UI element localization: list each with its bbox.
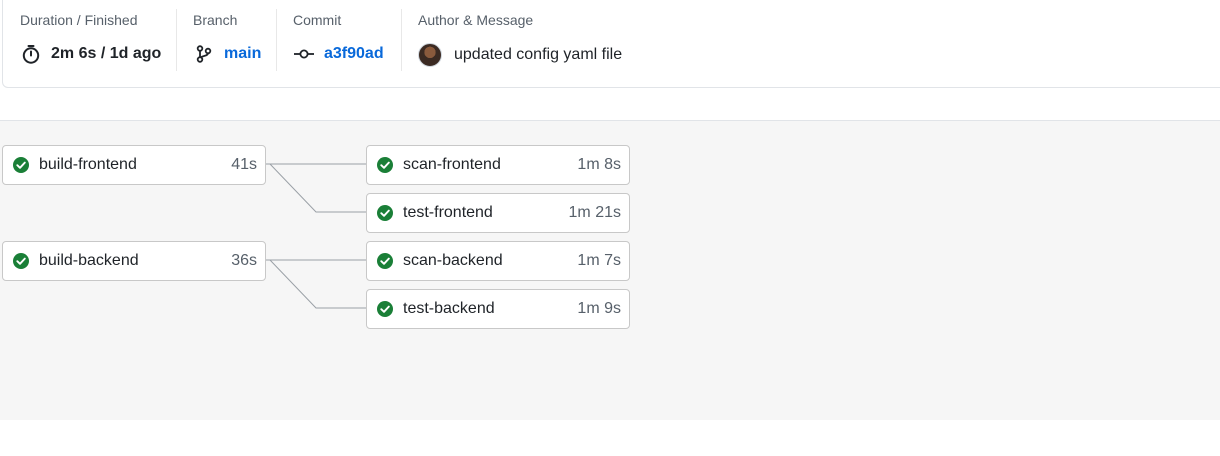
job-duration: 1m 8s	[577, 156, 621, 173]
divider	[401, 9, 402, 71]
job-duration: 1m 9s	[577, 300, 621, 317]
commit-section: Commit a3f90ad	[293, 0, 384, 70]
git-branch-icon	[193, 43, 215, 65]
connector-build-backend-test-backend	[266, 259, 367, 309]
job-test-backend[interactable]: test-backend 1m 9s	[366, 289, 630, 329]
connector-build-frontend-test-frontend	[266, 163, 367, 213]
branch-label: Branch	[193, 12, 238, 28]
stopwatch-icon	[20, 43, 42, 65]
success-check-icon	[13, 157, 29, 173]
author-label: Author & Message	[418, 12, 534, 28]
success-check-icon	[377, 301, 393, 317]
job-scan-backend[interactable]: scan-backend 1m 7s	[366, 241, 630, 281]
success-check-icon	[377, 157, 393, 173]
commit-link[interactable]: a3f90ad	[324, 44, 384, 64]
job-scan-frontend[interactable]: scan-frontend 1m 8s	[366, 145, 630, 185]
job-build-backend[interactable]: build-backend 36s	[2, 241, 266, 281]
author-section: Author & Message updated config yaml fil…	[418, 0, 622, 70]
job-duration: 1m 7s	[577, 252, 621, 269]
job-duration: 1m 21s	[568, 204, 621, 221]
duration-label: Duration / Finished	[20, 12, 138, 28]
duration-section: Duration / Finished 2m 6s / 1d ago	[20, 0, 161, 70]
job-name: test-frontend	[403, 204, 493, 221]
branch-link[interactable]: main	[224, 44, 261, 64]
duration-value: 2m 6s / 1d ago	[51, 45, 162, 62]
run-summary-panel: Duration / Finished 2m 6s / 1d ago Branc…	[2, 0, 1220, 88]
divider	[176, 9, 177, 71]
job-name: build-backend	[39, 252, 139, 269]
success-check-icon	[377, 205, 393, 221]
divider	[276, 9, 277, 71]
job-name: scan-frontend	[403, 156, 501, 173]
job-duration: 36s	[231, 252, 257, 269]
job-name: test-backend	[403, 300, 495, 317]
success-check-icon	[13, 253, 29, 269]
job-name: build-frontend	[39, 156, 137, 173]
author-avatar[interactable]	[418, 43, 442, 67]
job-test-frontend[interactable]: test-frontend 1m 21s	[366, 193, 630, 233]
branch-section: Branch main	[193, 0, 261, 70]
job-build-frontend[interactable]: build-frontend 41s	[2, 145, 266, 185]
success-check-icon	[377, 253, 393, 269]
git-commit-icon	[293, 43, 315, 65]
commit-message: updated config yaml file	[454, 46, 623, 63]
job-duration: 41s	[231, 156, 257, 173]
job-name: scan-backend	[403, 252, 503, 269]
commit-label: Commit	[293, 12, 342, 28]
